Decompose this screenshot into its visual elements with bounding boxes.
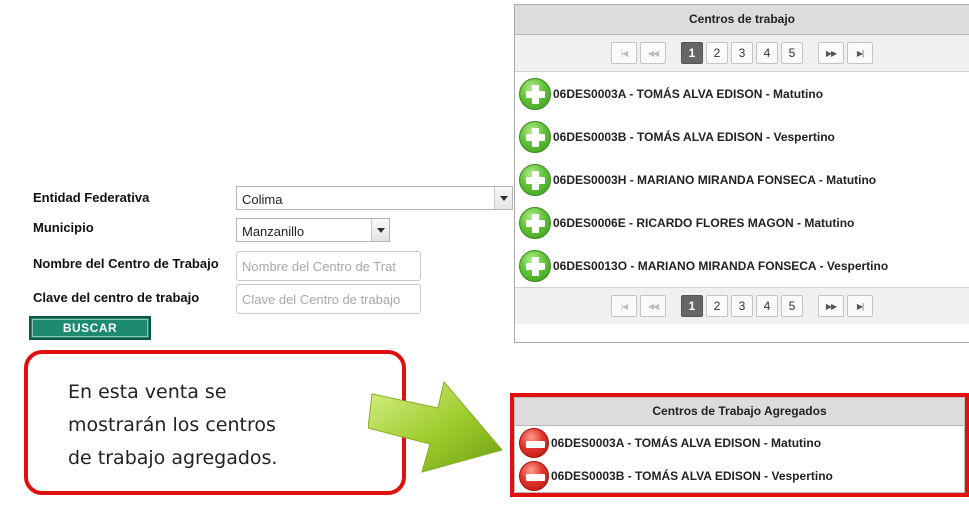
page-5-button[interactable]: 5 <box>781 42 803 64</box>
next-page-button[interactable]: ▶▶ <box>818 295 844 317</box>
list-item: 06DES0006E - RICARDO FLORES MAGON - Matu… <box>515 201 969 244</box>
municipio-value: Manzanillo <box>242 224 305 239</box>
agregados-panel-title: Centros de Trabajo Agregados <box>515 398 964 426</box>
chevron-down-icon[interactable] <box>371 219 389 241</box>
list-item: 06DES0003A - TOMÁS ALVA EDISON - Matutin… <box>515 426 964 459</box>
municipio-label: Municipio <box>33 220 94 235</box>
page-4-button[interactable]: 4 <box>756 295 778 317</box>
list-item: 06DES0013O - MARIANO MIRANDA FONSECA - V… <box>515 244 969 287</box>
page-1-button[interactable]: 1 <box>681 295 703 317</box>
add-circle-icon[interactable] <box>519 120 551 153</box>
list-item-label: 06DES0003B - TOMÁS ALVA EDISON - Vespert… <box>551 468 833 483</box>
page-2-button[interactable]: 2 <box>706 295 728 317</box>
prev-page-button[interactable]: ◀◀ <box>640 42 666 64</box>
arrow-right-icon <box>368 380 503 473</box>
list-item-label: 06DES0003A - TOMÁS ALVA EDISON - Matutin… <box>551 435 822 450</box>
agregados-panel: Centros de Trabajo Agregados 06DES0003A … <box>514 397 965 493</box>
list-item-label: 06DES0003A - TOMÁS ALVA EDISON - Matutin… <box>553 86 824 101</box>
clave-label: Clave del centro de trabajo <box>33 290 200 305</box>
list-item-label: 06DES0006E - RICARDO FLORES MAGON - Matu… <box>553 215 855 230</box>
list-item: 06DES0003A - TOMÁS ALVA EDISON - Matutin… <box>515 72 969 115</box>
page-3-button[interactable]: 3 <box>731 42 753 64</box>
centros-list: 06DES0003A - TOMÁS ALVA EDISON - Matutin… <box>515 72 969 287</box>
prev-page-button[interactable]: ◀◀ <box>640 295 666 317</box>
list-item: 06DES0003H - MARIANO MIRANDA FONSECA - M… <box>515 158 969 201</box>
municipio-select[interactable]: Manzanillo <box>236 218 390 242</box>
remove-circle-icon[interactable] <box>519 427 549 458</box>
list-item-label: 06DES0013O - MARIANO MIRANDA FONSECA - V… <box>553 258 889 273</box>
clave-centro-input[interactable] <box>236 284 421 314</box>
remove-circle-icon[interactable] <box>519 460 549 491</box>
pager-bottom: |◀ ◀◀ 1 2 3 4 5 ▶▶ ▶| <box>515 287 969 324</box>
list-item: 06DES0003B - TOMÁS ALVA EDISON - Vespert… <box>515 115 969 158</box>
nombre-centro-input[interactable] <box>236 251 421 281</box>
chevron-down-icon[interactable] <box>494 187 512 209</box>
nombre-label: Nombre del Centro de Trabajo <box>33 256 219 271</box>
entidad-label: Entidad Federativa <box>33 190 150 205</box>
add-circle-icon[interactable] <box>519 249 551 282</box>
first-page-button[interactable]: |◀ <box>611 295 637 317</box>
page-2-button[interactable]: 2 <box>706 42 728 64</box>
callout-text: En esta venta se mostrarán los centros d… <box>68 381 278 469</box>
list-item: 06DES0003B - TOMÁS ALVA EDISON - Vespert… <box>515 459 964 492</box>
centros-panel-title: Centros de trabajo <box>515 5 969 35</box>
buscar-button[interactable]: BUSCAR <box>29 316 151 340</box>
pager-top: |◀ ◀◀ 1 2 3 4 5 ▶▶ ▶| <box>515 35 969 72</box>
last-page-button[interactable]: ▶| <box>847 42 873 64</box>
entidad-value: Colima <box>242 192 283 207</box>
list-item-label: 06DES0003B - TOMÁS ALVA EDISON - Vespert… <box>553 129 835 144</box>
add-circle-icon[interactable] <box>519 163 551 196</box>
last-page-button[interactable]: ▶| <box>847 295 873 317</box>
page-1-button[interactable]: 1 <box>681 42 703 64</box>
entidad-select[interactable]: Colima <box>236 186 513 210</box>
centros-panel: Centros de trabajo |◀ ◀◀ 1 2 3 4 5 ▶▶ ▶|… <box>514 4 969 343</box>
next-page-button[interactable]: ▶▶ <box>818 42 844 64</box>
first-page-button[interactable]: |◀ <box>611 42 637 64</box>
page-3-button[interactable]: 3 <box>731 295 753 317</box>
page-5-button[interactable]: 5 <box>781 295 803 317</box>
add-circle-icon[interactable] <box>519 77 551 110</box>
page-4-button[interactable]: 4 <box>756 42 778 64</box>
add-circle-icon[interactable] <box>519 206 551 239</box>
list-item-label: 06DES0003H - MARIANO MIRANDA FONSECA - M… <box>553 172 877 187</box>
callout-box: En esta venta se mostrarán los centros d… <box>24 350 406 495</box>
